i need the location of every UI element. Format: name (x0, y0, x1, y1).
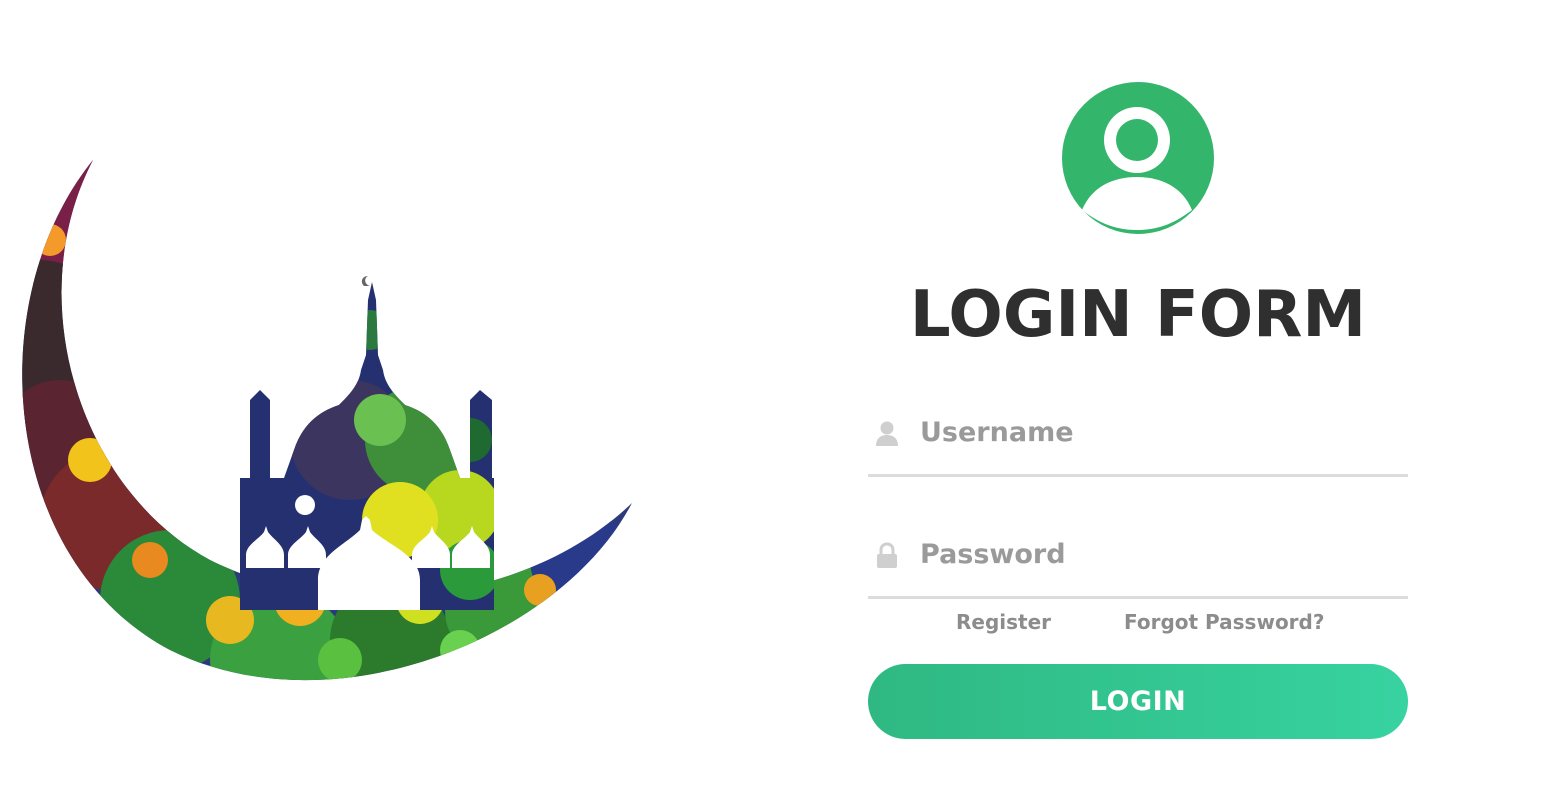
login-button[interactable]: LOGIN (868, 664, 1408, 739)
password-field (868, 536, 1408, 599)
crescent-mosque-illustration (0, 0, 760, 804)
login-panel: LOGIN FORM Register Forgot Password? LOG… (868, 0, 1408, 804)
user-avatar-icon (1062, 82, 1214, 234)
user-icon (874, 420, 900, 448)
register-link[interactable]: Register (956, 610, 1051, 634)
page-title: LOGIN FORM (909, 278, 1367, 352)
crescent-mosque-art (22, 160, 633, 681)
username-input[interactable] (920, 414, 1390, 450)
forgot-password-link[interactable]: Forgot Password? (1124, 610, 1324, 634)
password-input[interactable] (920, 536, 1390, 572)
form-links: Register Forgot Password? (868, 610, 1408, 640)
username-field (868, 414, 1408, 477)
lock-icon (874, 542, 900, 570)
